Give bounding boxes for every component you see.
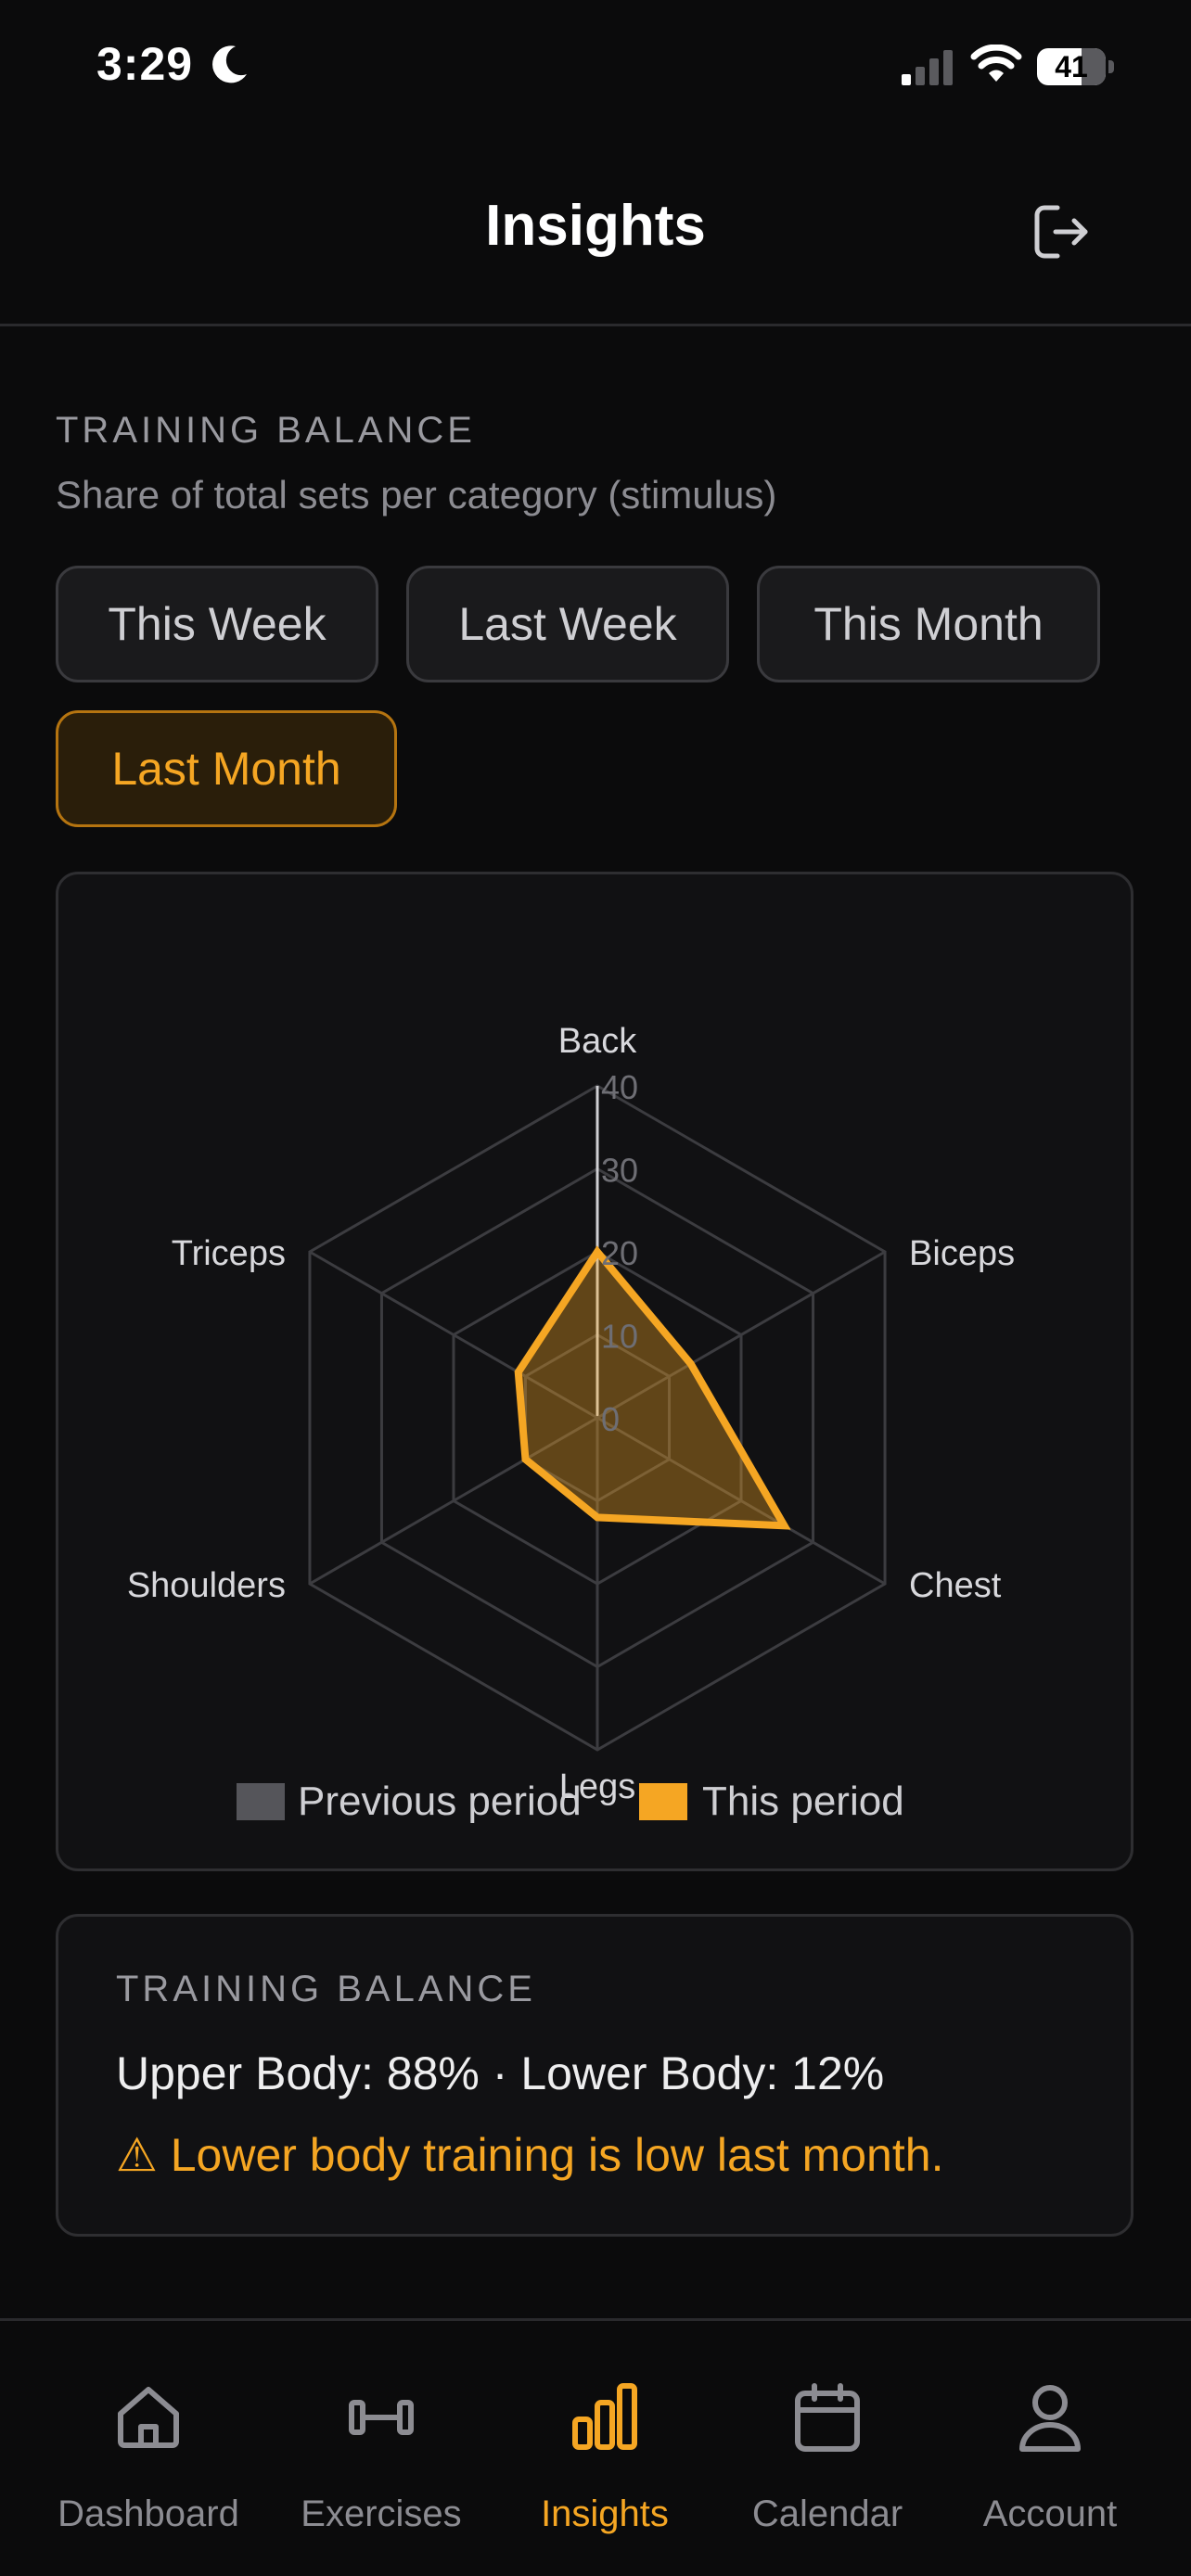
- wifi-icon: [970, 45, 1022, 82]
- radar-tick-label: 20: [601, 1234, 638, 1272]
- dumbbell-icon: [349, 2400, 414, 2435]
- logout-icon[interactable]: [1024, 195, 1098, 269]
- cellular-signal-icon: [902, 50, 953, 85]
- radar-category-label: Triceps: [172, 1234, 286, 1273]
- tab-label: Exercises: [301, 2493, 462, 2534]
- section-subtitle: Share of total sets per category (stimul…: [56, 473, 777, 516]
- balance-label: TRAINING BALANCE: [116, 1969, 536, 2009]
- tab-calendar[interactable]: Calendar: [716, 2321, 939, 2576]
- tab-label: Calendar: [751, 2493, 903, 2534]
- radar-tick-label: 40: [601, 1068, 638, 1106]
- balance-card: TRAINING BALANCE Upper Body: 88% · Lower…: [56, 1914, 1133, 2237]
- calendar-icon: [795, 2383, 860, 2452]
- radar-series-this-period: [514, 1245, 791, 1530]
- tab-exercises[interactable]: Exercises: [270, 2321, 493, 2576]
- period-chip-this-month[interactable]: This Month: [757, 566, 1100, 682]
- period-chip-last-month[interactable]: Last Month: [56, 710, 397, 827]
- period-chip-last-week[interactable]: Last Week: [406, 566, 729, 682]
- header: Insights: [0, 148, 1191, 326]
- radar-category-label: Chest: [909, 1566, 1002, 1605]
- radar-tick-label: 10: [601, 1318, 638, 1356]
- battery-level: 41: [1055, 50, 1088, 83]
- period-chip-this-week[interactable]: This Week: [56, 566, 378, 682]
- tab-label: Account: [982, 2493, 1118, 2534]
- legend-swatch-this: [639, 1783, 687, 1820]
- legend-swatch-previous: [237, 1783, 285, 1820]
- tab-account[interactable]: Account: [939, 2321, 1161, 2576]
- battery-indicator: 41: [1037, 48, 1114, 85]
- balance-warning: ⚠ Lower body training is low last month.: [116, 2129, 944, 2181]
- tab-label: Dashboard: [58, 2493, 239, 2534]
- bar-chart-icon: [572, 2383, 637, 2450]
- radar-chart-card: 0 10 20 30 40 Back Biceps Chest Legs Shoulders Tri…: [56, 872, 1133, 1871]
- tab-insights[interactable]: Insights: [493, 2321, 716, 2576]
- radar-category-label: Back: [558, 1022, 637, 1061]
- legend-label-this: This period: [702, 1779, 904, 1824]
- radar-tick-label: 0: [601, 1400, 620, 1438]
- tab-label: Insights: [541, 2493, 669, 2534]
- tab-dashboard[interactable]: Dashboard: [37, 2321, 260, 2576]
- status-bar: 3:29 41: [0, 0, 1191, 130]
- radar-category-label: Biceps: [909, 1234, 1015, 1273]
- moon-icon: [212, 45, 247, 83]
- tab-bar: Dashboard Exercises Insights Calendar Ac…: [0, 2318, 1191, 2576]
- radar-category-label: Shoulders: [127, 1566, 286, 1605]
- radar-chart: 010203040BackBicepsChestLegsShouldersTri…: [127, 1022, 1015, 1824]
- user-icon: [1019, 2385, 1081, 2452]
- status-time: 3:29: [96, 38, 194, 90]
- radar-tick-label: 30: [601, 1152, 638, 1190]
- page-title: Insights: [485, 194, 706, 258]
- legend-label-previous: Previous period: [298, 1779, 582, 1824]
- balance-summary: Upper Body: 88% · Lower Body: 12%: [116, 2047, 885, 2099]
- section-label: TRAINING BALANCE: [56, 410, 476, 451]
- home-icon: [118, 2387, 179, 2448]
